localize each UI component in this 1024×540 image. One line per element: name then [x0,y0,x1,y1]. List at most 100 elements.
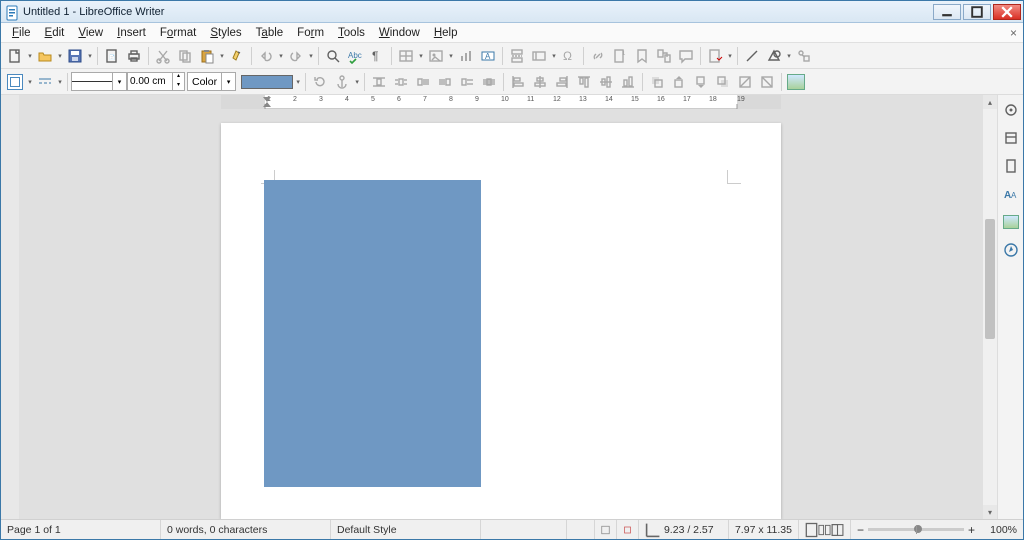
to-foreground-button[interactable] [734,71,756,93]
scroll-up-icon[interactable]: ▴ [983,95,997,109]
align-bottom-button[interactable] [617,71,639,93]
align-right-obj-button[interactable] [551,71,573,93]
status-wordcount[interactable]: 0 words, 0 characters [161,520,331,539]
insert-hyperlink-button[interactable] [587,45,609,67]
menu-help[interactable]: Help [427,26,465,40]
wrap-off-button[interactable] [368,71,390,93]
line-width-combo[interactable]: ▾ [71,72,127,91]
line-width-input[interactable] [128,76,172,87]
insert-special-char-button[interactable]: Ω [558,45,580,67]
insert-footnote-button[interactable]: 1 [609,45,631,67]
zoom-slider-knob[interactable] [914,525,922,533]
insert-cross-ref-button[interactable] [653,45,675,67]
scrollbar-track[interactable] [983,109,997,505]
menu-file[interactable]: File [5,26,38,40]
undo-dropdown[interactable] [277,45,285,67]
close-button[interactable] [993,4,1021,20]
line-width-spinbox[interactable]: ▴▾ [127,72,185,91]
bring-front-button[interactable] [646,71,668,93]
line-style-dropdown[interactable] [56,71,64,93]
wrap-page-button[interactable] [390,71,412,93]
insert-image-button[interactable] [425,45,447,67]
sidebar-page-icon[interactable] [1002,157,1020,175]
wrap-right-button[interactable] [456,71,478,93]
menu-window[interactable]: Window [372,26,427,40]
menu-edit[interactable]: Edit [38,26,72,40]
zoom-control[interactable]: − + [851,523,981,537]
rotate-button[interactable] [309,71,331,93]
anchor-rect-button[interactable] [4,71,26,93]
align-center-v-button[interactable] [595,71,617,93]
zoom-out-icon[interactable]: − [857,523,864,537]
basic-shapes-dropdown[interactable] [785,45,793,67]
align-top-button[interactable] [573,71,595,93]
insert-line-button[interactable] [741,45,763,67]
fill-color-button[interactable] [238,71,294,93]
rectangle-shape[interactable] [264,180,481,487]
menu-insert[interactable]: Insert [110,26,153,40]
insert-pagebreak-button[interactable] [506,45,528,67]
minimize-button[interactable] [933,4,961,20]
insert-image-dropdown[interactable] [447,45,455,67]
cut-button[interactable] [152,45,174,67]
insert-table-dropdown[interactable] [417,45,425,67]
menu-styles[interactable]: Styles [203,26,248,40]
menu-format[interactable]: Format [153,26,203,40]
show-draw-functions-button[interactable] [793,45,815,67]
status-view-layout[interactable] [799,520,851,539]
maximize-button[interactable] [963,4,991,20]
insert-field-dropdown[interactable] [550,45,558,67]
redo-dropdown[interactable] [307,45,315,67]
zoom-slider[interactable] [868,528,964,531]
to-background-button[interactable] [756,71,778,93]
export-pdf-button[interactable]: 📄 [101,45,123,67]
wrap-through-button[interactable] [478,71,500,93]
spin-up-icon[interactable]: ▴ [172,73,184,82]
menu-view[interactable]: View [71,26,110,40]
insert-caption-button[interactable] [785,71,807,93]
sidebar-gallery-icon[interactable] [1002,213,1020,231]
insert-field-button[interactable] [528,45,550,67]
status-zoom-value[interactable]: 100% [981,520,1023,539]
clone-formatting-button[interactable] [226,45,248,67]
spellcheck-button[interactable]: Abc [344,45,366,67]
anchor-dropdown[interactable] [353,71,361,93]
track-changes-dropdown[interactable] [726,45,734,67]
save-button[interactable] [64,45,86,67]
fill-mode-combo[interactable]: Color ▾ [187,72,236,91]
horizontal-ruler[interactable]: 1 2 3 4 5 6 7 8 9 10 11 12 13 14 [221,95,781,109]
status-selection-mode[interactable] [595,520,617,539]
open-button[interactable] [34,45,56,67]
copy-button[interactable] [174,45,196,67]
line-style-button[interactable] [34,71,56,93]
formatting-marks-button[interactable]: ¶ [366,45,388,67]
sidebar-styles-icon[interactable]: AA [1002,185,1020,203]
status-signature[interactable] [617,520,639,539]
chevron-down-icon[interactable]: ▾ [112,73,126,90]
status-style[interactable]: Default Style [331,520,481,539]
open-dropdown[interactable] [56,45,64,67]
new-doc-button[interactable] [4,45,26,67]
scrollbar-thumb[interactable] [985,219,995,339]
anchor-rect-dropdown[interactable] [26,71,34,93]
align-left-obj-button[interactable] [507,71,529,93]
menu-tools[interactable]: Tools [331,26,372,40]
new-doc-dropdown[interactable] [26,45,34,67]
insert-chart-button[interactable] [455,45,477,67]
back-one-button[interactable] [690,71,712,93]
wrap-optimal-button[interactable] [412,71,434,93]
sidebar-navigator-icon[interactable] [1002,241,1020,259]
basic-shapes-button[interactable] [763,45,785,67]
vertical-scrollbar[interactable]: ▴ ▾ [983,95,997,519]
insert-textbox-button[interactable]: A [477,45,499,67]
menu-form[interactable]: Form [290,26,331,40]
save-dropdown[interactable] [86,45,94,67]
insert-comment-button[interactable] [675,45,697,67]
menu-table[interactable]: Table [249,26,291,40]
paste-button[interactable] [196,45,218,67]
redo-button[interactable] [285,45,307,67]
status-insert-mode[interactable] [567,520,595,539]
send-back-button[interactable] [712,71,734,93]
insert-table-button[interactable] [395,45,417,67]
paste-dropdown[interactable] [218,45,226,67]
